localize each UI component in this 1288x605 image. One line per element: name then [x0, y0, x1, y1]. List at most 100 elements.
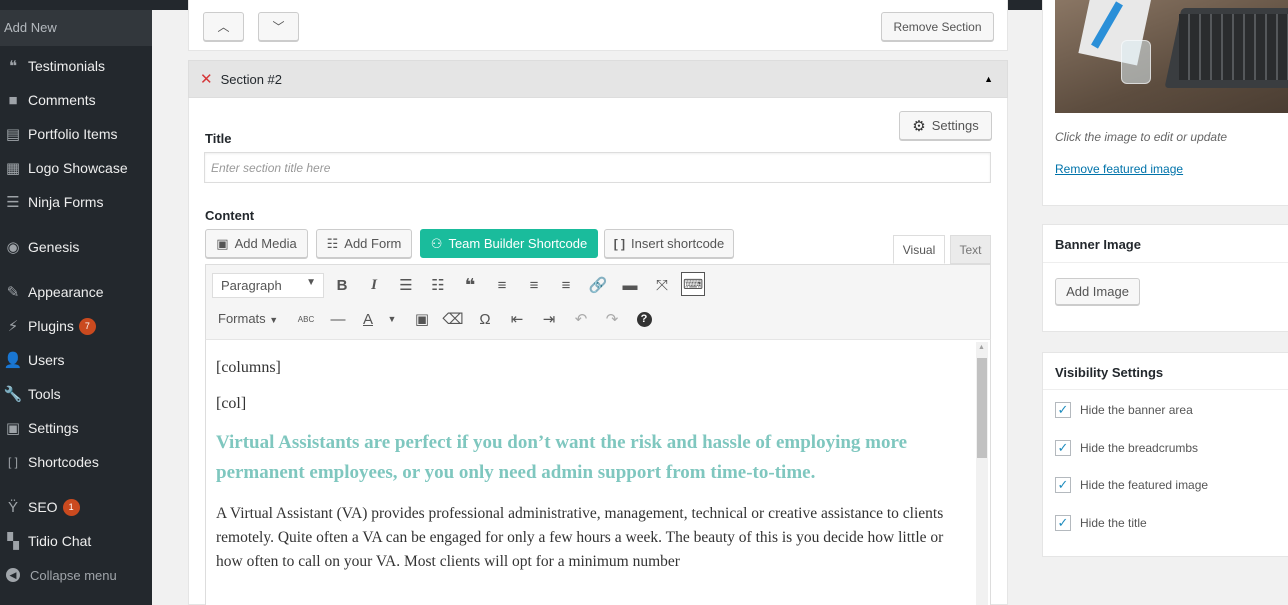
paintbrush-icon: ✎	[6, 284, 20, 301]
horizontal-line-icon[interactable]: —	[326, 307, 350, 331]
sidebar-item-appearance[interactable]: ✎ Appearance	[0, 276, 152, 308]
add-form-button[interactable]: ☷ Add Form	[316, 229, 412, 258]
title-label: Title	[205, 131, 232, 146]
chevron-down-icon: ▼	[269, 315, 279, 325]
numbered-list-icon[interactable]: ☷	[426, 273, 450, 297]
sidebar-item-label: Comments	[28, 92, 96, 108]
add-media-button[interactable]: ▣ Add Media	[205, 229, 308, 258]
scrollbar-thumb[interactable]	[977, 358, 987, 458]
move-section-up-button[interactable]: ︿	[203, 12, 244, 41]
redo-icon[interactable]: ↷	[600, 307, 624, 331]
hide-breadcrumbs-option[interactable]: ✓ Hide the breadcrumbs	[1055, 440, 1198, 456]
sidebar-item-settings[interactable]: ▣ Settings	[0, 412, 152, 444]
sidebar-item-shortcodes[interactable]: [ ] Shortcodes	[0, 446, 152, 478]
section-2-header[interactable]: ✕ Section #2 ▲	[188, 60, 1008, 98]
sidebar-item-seo[interactable]: Ÿ SEO 1	[0, 491, 152, 523]
hide-featured-image-option[interactable]: ✓ Hide the featured image	[1055, 477, 1208, 493]
text-color-icon[interactable]: A	[356, 307, 380, 331]
sidebar-item-label: Shortcodes	[28, 454, 99, 470]
checkbox-checked[interactable]: ✓	[1055, 515, 1071, 531]
media-icon: ▣	[216, 235, 229, 251]
add-image-button[interactable]: Add Image	[1055, 278, 1140, 305]
users-icon: 👤	[3, 352, 23, 369]
checkbox-checked[interactable]: ✓	[1055, 440, 1071, 456]
update-count-badge: 7	[78, 317, 96, 335]
sidebar-item-label: Appearance	[28, 284, 104, 300]
scroll-up-icon[interactable]: ▲	[978, 344, 985, 351]
toolbar-toggle-icon[interactable]: ⌨	[681, 272, 705, 296]
fullscreen-icon[interactable]: ⤧	[650, 273, 674, 297]
sidebar-item-logo-showcase[interactable]: ▦ Logo Showcase	[0, 152, 152, 184]
insert-shortcode-button[interactable]: [ ] Insert shortcode	[604, 229, 734, 258]
hide-banner-area-option[interactable]: ✓ Hide the banner area	[1055, 402, 1193, 418]
help-icon[interactable]: ?	[632, 307, 656, 331]
chevron-down-icon: ▼	[306, 277, 316, 288]
comment-icon: ■	[8, 91, 18, 109]
checkbox-checked[interactable]: ✓	[1055, 477, 1071, 493]
italic-icon[interactable]: I	[362, 273, 386, 297]
sidebar-item-tidio-chat[interactable]: ▚ Tidio Chat	[0, 525, 152, 557]
banner-image-title: Banner Image	[1055, 237, 1141, 252]
plugin-icon: ⚡	[7, 318, 19, 335]
sidebar-item-ninja-forms[interactable]: ☰ Ninja Forms	[0, 186, 152, 218]
sidebar-item-tools[interactable]: 🔧 Tools	[0, 378, 152, 410]
sidebar-item-label: Settings	[28, 420, 79, 436]
remove-featured-image-link[interactable]: Remove featured image	[1055, 162, 1183, 176]
section-title-input[interactable]	[204, 152, 991, 183]
tab-text[interactable]: Text	[950, 235, 991, 264]
link-icon[interactable]: 🔗	[586, 273, 610, 297]
chat-icon: ▚	[7, 533, 19, 550]
sidebar-item-testimonials[interactable]: ❝ Testimonials	[0, 50, 152, 82]
editor-body-text: A Virtual Assistant (VA) provides profes…	[216, 505, 944, 570]
team-builder-label: Team Builder Shortcode	[448, 236, 588, 251]
featured-image[interactable]	[1055, 0, 1288, 113]
hide-title-option[interactable]: ✓ Hide the title	[1055, 515, 1147, 531]
paste-text-icon[interactable]: ▣	[410, 307, 434, 331]
formats-dropdown[interactable]: Formats ▼	[218, 311, 278, 326]
sidebar-item-label: Logo Showcase	[28, 160, 128, 176]
sidebar-item-comments[interactable]: ■ Comments	[0, 84, 152, 116]
editor-heading: Virtual Assistants are perfect if you do…	[216, 432, 908, 483]
sidebar-item-portfolio[interactable]: ▤ Portfolio Items	[0, 118, 152, 150]
paragraph-format-select[interactable]: Paragraph ▼	[212, 273, 324, 298]
indent-icon[interactable]: ⇥	[537, 307, 561, 331]
sidebar-item-users[interactable]: 👤 Users	[0, 344, 152, 376]
close-icon[interactable]: ✕	[200, 70, 213, 88]
bold-icon[interactable]: B	[330, 273, 354, 297]
read-more-icon[interactable]: ▬	[618, 273, 642, 297]
move-section-down-button[interactable]: ﹀	[258, 12, 299, 41]
sidebar-item-label: Plugins	[28, 318, 74, 334]
text-color-chevron-icon[interactable]: ▼	[380, 307, 404, 331]
align-left-icon[interactable]: ≡	[490, 273, 514, 297]
clear-formatting-icon[interactable]: ⌫	[441, 307, 465, 331]
featured-image-hint: Click the image to edit or update	[1055, 130, 1228, 144]
admin-sidebar: Add New ❝ Testimonials ■ Comments ▤ Port…	[0, 0, 152, 605]
content-label: Content	[205, 208, 255, 223]
seo-notice-badge: 1	[62, 498, 80, 516]
collapse-menu-button[interactable]: ◀ Collapse menu	[0, 559, 152, 591]
collapse-arrow-icon[interactable]: ▲	[984, 74, 993, 84]
sidebar-item-plugins[interactable]: ⚡ Plugins 7	[0, 310, 152, 342]
checkbox-checked[interactable]: ✓	[1055, 402, 1071, 418]
sidebar-item-genesis[interactable]: ◉ Genesis	[0, 231, 152, 263]
undo-icon[interactable]: ↶	[569, 307, 593, 331]
team-builder-shortcode-button[interactable]: ⚇ Team Builder Shortcode	[420, 229, 598, 258]
content-editor[interactable]: [columns] [col] Virtual Assistants are p…	[205, 340, 991, 605]
outdent-icon[interactable]: ⇤	[505, 307, 529, 331]
align-right-icon[interactable]: ≡	[554, 273, 578, 297]
forms-icon: ☰	[6, 194, 20, 211]
special-character-icon[interactable]: Ω	[473, 307, 497, 331]
section-1-panel: ︿ ﹀ Remove Section	[188, 0, 1008, 51]
team-icon: ⚇	[430, 235, 443, 251]
section-settings-button[interactable]: ⚙ Settings	[899, 111, 992, 140]
tab-visual[interactable]: Visual	[893, 235, 945, 264]
editor-scrollbar[interactable]: ▲	[976, 342, 988, 605]
bulleted-list-icon[interactable]: ☰	[394, 273, 418, 297]
sidebar-add-new[interactable]: Add New	[0, 10, 152, 46]
strikethrough-icon[interactable]: ABC	[294, 307, 318, 331]
form-icon: ☷	[326, 235, 339, 251]
remove-section-button[interactable]: Remove Section	[881, 12, 994, 41]
blockquote-icon[interactable]: ❝	[458, 273, 482, 297]
banner-image-panel: Banner Image Add Image	[1042, 224, 1288, 332]
align-center-icon[interactable]: ≡	[522, 273, 546, 297]
